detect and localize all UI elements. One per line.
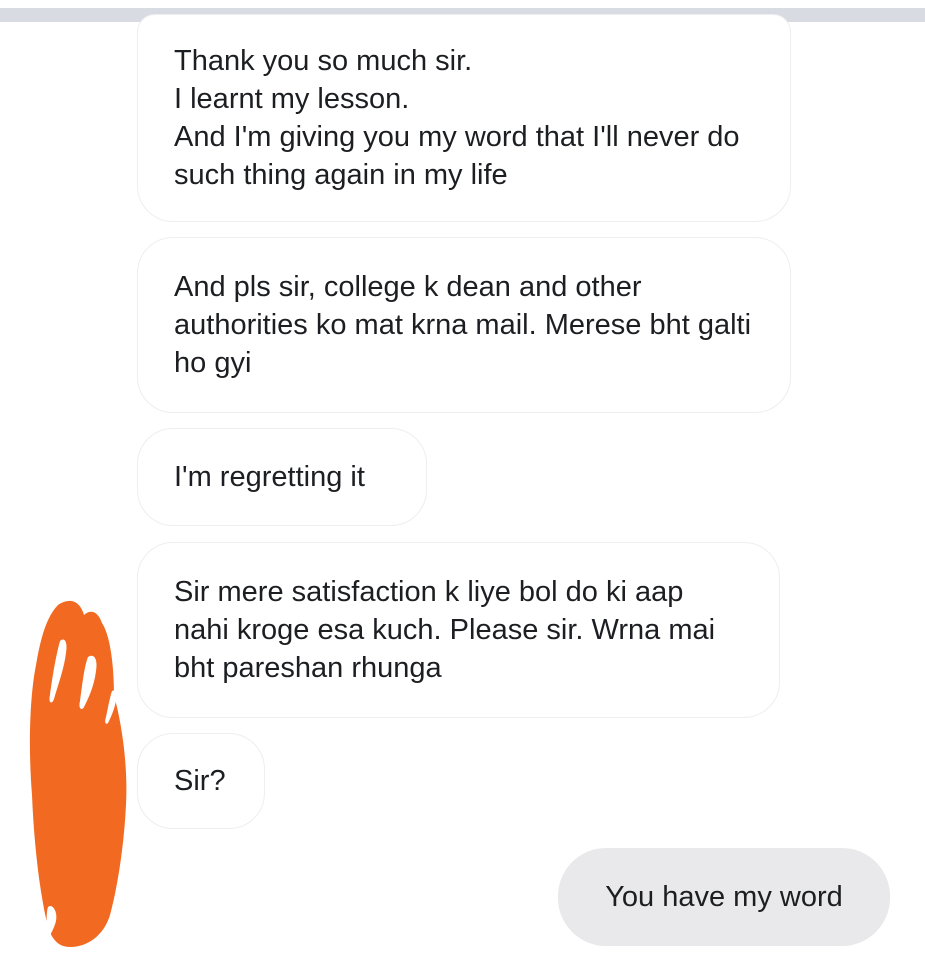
incoming-message-bubble[interactable]: Sir? xyxy=(137,733,265,829)
avatar-redaction-scribble xyxy=(29,600,127,947)
top-divider-gap xyxy=(0,0,925,8)
outgoing-message-bubble[interactable]: You have my word xyxy=(558,848,890,946)
message-text: And pls sir, college k dean and other au… xyxy=(174,271,752,379)
message-text: You have my word xyxy=(605,881,843,913)
incoming-message-bubble[interactable]: Sir mere satisfaction k liye bol do ki a… xyxy=(137,542,780,718)
message-text: Thank you so much sir. I learnt my lesso… xyxy=(174,45,740,191)
incoming-message-bubble[interactable]: Thank you so much sir. I learnt my lesso… xyxy=(137,14,791,222)
incoming-message-bubble[interactable]: I'm regretting it xyxy=(137,428,427,526)
message-text: I'm regretting it xyxy=(174,461,365,493)
incoming-message-bubble[interactable]: And pls sir, college k dean and other au… xyxy=(137,237,791,413)
message-text: Sir? xyxy=(174,765,226,797)
message-text: Sir mere satisfaction k liye bol do ki a… xyxy=(174,576,716,684)
